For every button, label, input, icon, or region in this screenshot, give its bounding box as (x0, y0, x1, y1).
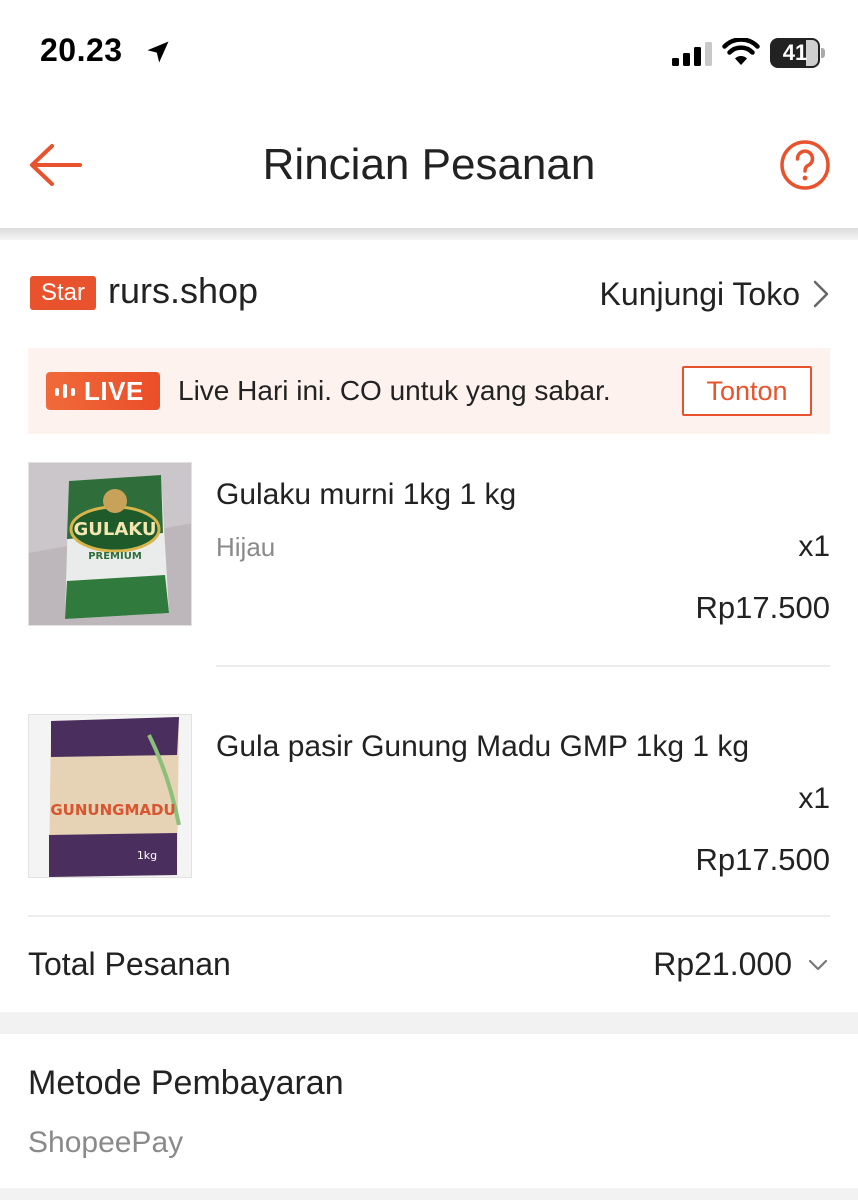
product-price: Rp17.500 (695, 842, 830, 877)
signal-icon (672, 42, 712, 66)
order-total-value: Rp21.000 (653, 946, 792, 982)
product-quantity: x1 (798, 530, 830, 563)
status-time: 20.23 (40, 32, 123, 68)
star-badge: Star (30, 276, 96, 310)
total-divider (28, 915, 830, 917)
live-bars-icon (55, 384, 75, 398)
chevron-down-icon (808, 959, 828, 971)
product-name: Gulaku murni 1kg 1 kg (216, 478, 517, 511)
page-title: Rincian Pesanan (262, 140, 596, 189)
location-arrow-icon (147, 41, 169, 63)
battery-level: 41 (782, 40, 808, 65)
live-badge: LIVE (46, 372, 160, 410)
payment-method-value: ShopeePay (28, 1126, 184, 1159)
live-label: LIVE (84, 376, 144, 406)
battery-icon: 41 (770, 38, 826, 68)
header-divider (0, 228, 858, 240)
app-header: Rincian Pesanan (0, 100, 858, 230)
status-bar: 20.23 41 (0, 0, 858, 100)
product-variant: Hijau (216, 532, 276, 562)
product-thumb-label: GUNUNGMADU (50, 801, 175, 819)
shop-name[interactable]: rurs.shop (108, 270, 258, 312)
product-thumb-sub: PREMIUM (88, 551, 142, 562)
product-quantity: x1 (798, 782, 830, 815)
product-image: GUNUNGMADU 1kg (28, 714, 192, 878)
product-name: Gula pasir Gunung Madu GMP 1kg 1 kg (216, 730, 750, 763)
wifi-icon (722, 38, 760, 65)
live-caption: Live Hari ini. CO untuk yang sabar. (178, 375, 611, 406)
section-separator (0, 1188, 858, 1200)
watch-button[interactable]: Tonton (682, 366, 812, 416)
product-item[interactable]: GUNUNGMADU 1kg Gula pasir Gunung Madu GM… (28, 714, 830, 884)
product-image: GULAKU PREMIUM (28, 462, 192, 626)
visit-shop-label: Kunjungi Toko (599, 275, 800, 312)
shop-row: Star rurs.shop Kunjungi Toko (28, 262, 832, 324)
payment-section-title: Metode Pembayaran (28, 1064, 344, 1102)
visit-shop-link[interactable]: Kunjungi Toko (600, 274, 832, 314)
order-total-row[interactable]: Total Pesanan Rp21.000 (28, 940, 830, 990)
chevron-right-icon (813, 280, 829, 308)
section-separator (0, 1012, 858, 1034)
order-total-label: Total Pesanan (28, 946, 231, 982)
live-banner[interactable]: LIVE Live Hari ini. CO untuk yang sabar.… (28, 348, 830, 434)
product-price: Rp17.500 (695, 590, 830, 625)
product-thumb-sub: 1kg (137, 849, 157, 862)
order-detail-page: 20.23 41 Rincian Pesanan Star rurs.shop … (0, 0, 858, 1200)
product-item[interactable]: GULAKU PREMIUM Gulaku murni 1kg 1 kg Hij… (28, 462, 830, 632)
product-thumb-label: GULAKU (73, 519, 156, 540)
product-divider (216, 665, 830, 667)
help-icon[interactable] (778, 138, 832, 192)
